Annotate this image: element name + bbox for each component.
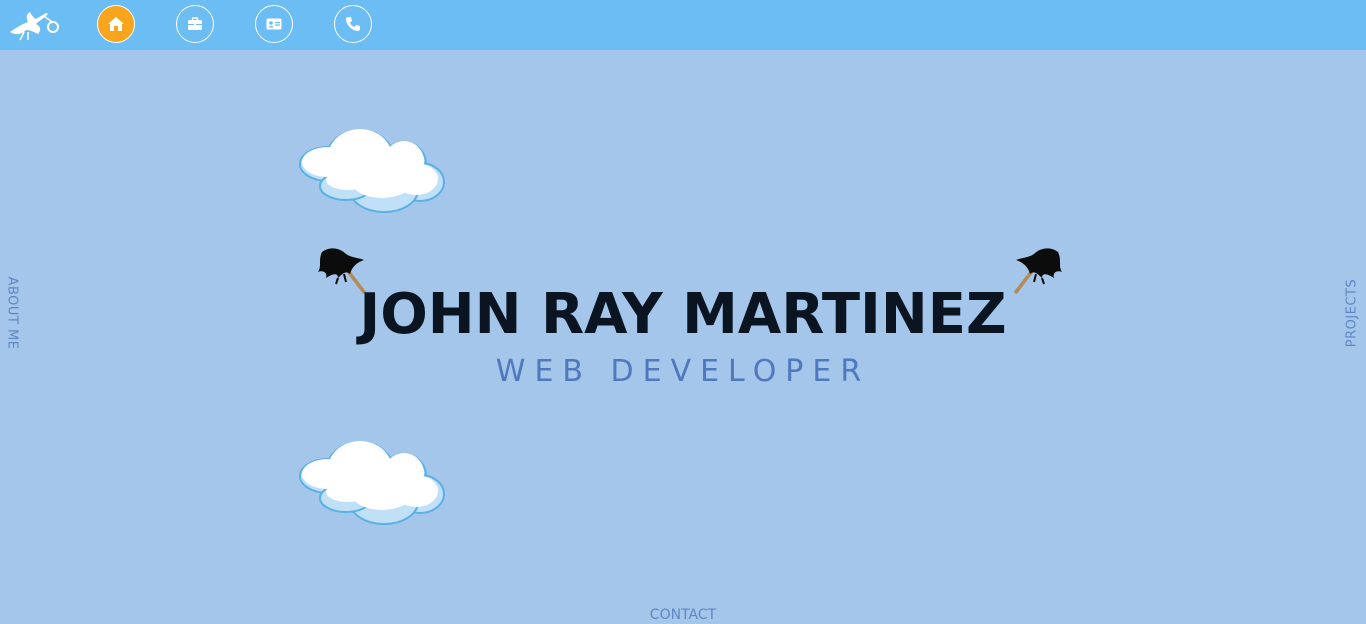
briefcase-icon — [188, 17, 202, 30]
contact-link[interactable]: CONTACT — [650, 607, 716, 623]
hero-name: JOHN RAY MARTINEZ — [359, 282, 1007, 347]
projects-link[interactable]: PROJECTS — [1345, 279, 1360, 347]
home-icon — [108, 17, 124, 31]
contact-button[interactable] — [334, 5, 372, 43]
projects-button[interactable] — [176, 5, 214, 43]
about-button[interactable] — [255, 5, 293, 43]
stork-icon[interactable] — [8, 8, 60, 42]
hero: JOHN RAY MARTINEZ WEB DEVELOPER — [0, 280, 1366, 390]
cloud-top — [296, 124, 446, 216]
phone-icon — [346, 17, 360, 31]
hero-role: WEB DEVELOPER — [495, 354, 871, 389]
cloud-bottom — [296, 436, 446, 528]
top-nav-bar — [0, 0, 1366, 50]
about-me-link[interactable]: ABOUT ME — [5, 277, 20, 350]
home-button[interactable] — [97, 5, 135, 43]
id-card-icon — [266, 18, 282, 30]
